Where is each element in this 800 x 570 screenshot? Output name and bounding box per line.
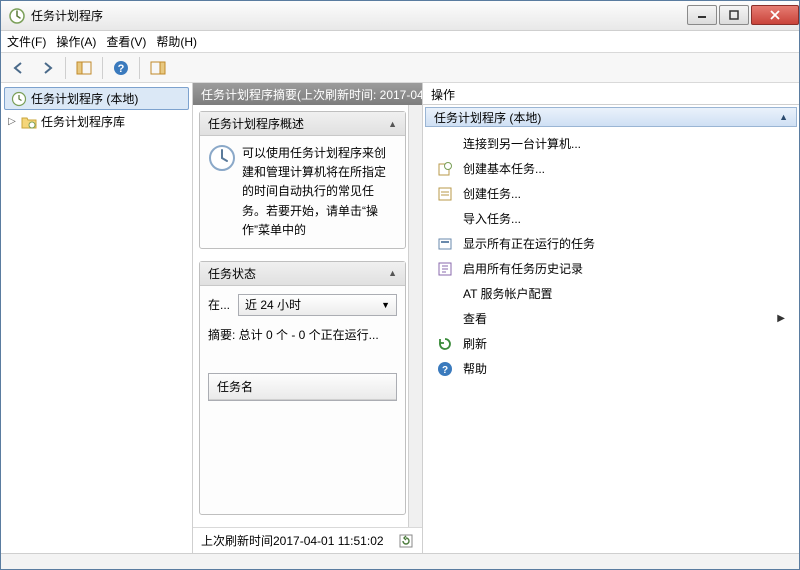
status-group: 任务状态 ▲ 在... 近 24 小时 ▼ 摘要: 总计 0 xyxy=(199,261,406,515)
clock-large-icon xyxy=(208,144,236,172)
tree-root-label: 任务计划程序 (本地) xyxy=(31,90,138,107)
refresh-icon[interactable] xyxy=(398,533,414,549)
expand-icon[interactable]: ▷ xyxy=(7,117,17,127)
dropdown-icon: ▼ xyxy=(381,300,390,310)
action-label: 查看 xyxy=(463,310,487,327)
collapse-icon: ▲ xyxy=(388,119,397,129)
overview-header[interactable]: 任务计划程序概述 ▲ xyxy=(200,112,405,136)
clock-icon xyxy=(11,91,27,107)
task-basic-icon xyxy=(437,161,453,177)
action-import-task[interactable]: 导入任务... xyxy=(427,206,795,231)
action-view[interactable]: 查看 ▶ xyxy=(427,306,795,331)
action-create-basic-task[interactable]: 创建基本任务... xyxy=(427,156,795,181)
action-label: 帮助 xyxy=(463,360,487,377)
tree-pane: 任务计划程序 (本地) ▷ 任务计划程序库 xyxy=(1,83,193,553)
action-create-task[interactable]: 创建任务... xyxy=(427,181,795,206)
menu-action[interactable]: 操作(A) xyxy=(56,33,96,50)
show-hide-console-tree-button[interactable] xyxy=(72,56,96,80)
toolbar: ? xyxy=(1,53,799,83)
overview-text: 可以使用任务计划程序来创建和管理计算机将在所指定的时间自动执行的常见任务。若要开… xyxy=(242,144,397,240)
action-label: 连接到另一台计算机... xyxy=(463,135,581,152)
window-controls xyxy=(685,5,799,27)
status-header[interactable]: 任务状态 ▲ xyxy=(200,262,405,286)
submenu-arrow-icon: ▶ xyxy=(777,313,785,324)
status-title: 任务状态 xyxy=(208,265,256,282)
folder-icon xyxy=(21,115,37,129)
actions-pane: 操作 任务计划程序 (本地) ▲ 连接到另一台计算机... 创建基本任务... … xyxy=(423,83,799,553)
status-range-select[interactable]: 近 24 小时 ▼ xyxy=(238,294,397,316)
running-tasks-icon xyxy=(437,236,453,252)
show-hide-action-pane-button[interactable] xyxy=(146,56,170,80)
blank-icon xyxy=(437,311,453,327)
action-label: AT 服务帐户配置 xyxy=(463,285,553,302)
refresh-icon xyxy=(437,336,453,352)
vertical-scrollbar[interactable] xyxy=(408,105,422,527)
blank-icon xyxy=(437,286,453,302)
svg-text:?: ? xyxy=(442,365,448,376)
action-label: 启用所有任务历史记录 xyxy=(463,260,583,277)
blank-icon xyxy=(437,136,453,152)
back-button[interactable] xyxy=(7,56,31,80)
tree-child-node[interactable]: ▷ 任务计划程序库 xyxy=(1,111,192,132)
action-refresh[interactable]: 刷新 xyxy=(427,331,795,356)
task-icon xyxy=(437,186,453,202)
actions-list: 连接到另一台计算机... 创建基本任务... 创建任务... 导入任务... 显 xyxy=(423,129,799,383)
task-list-column-header[interactable]: 任务名 xyxy=(209,374,396,400)
app-window: 任务计划程序 文件(F) 操作(A) 查看(V) 帮助(H) ? xyxy=(0,0,800,570)
action-label: 显示所有正在运行的任务 xyxy=(463,235,595,252)
menu-file[interactable]: 文件(F) xyxy=(7,33,46,50)
status-range-value: 近 24 小时 xyxy=(245,296,301,313)
action-show-running[interactable]: 显示所有正在运行的任务 xyxy=(427,231,795,256)
task-list: 任务名 xyxy=(208,373,397,401)
menu-view[interactable]: 查看(V) xyxy=(106,33,146,50)
close-button[interactable] xyxy=(751,5,799,25)
action-at-config[interactable]: AT 服务帐户配置 xyxy=(427,281,795,306)
status-summary: 摘要: 总计 0 个 - 0 个正在运行... xyxy=(208,326,397,343)
tree-root-node[interactable]: 任务计划程序 (本地) xyxy=(4,87,189,110)
action-label: 刷新 xyxy=(463,335,487,352)
action-label: 导入任务... xyxy=(463,210,521,227)
summary-header-text: 任务计划程序摘要(上次刷新时间: 2017-04-0 xyxy=(201,86,422,103)
summary-pane: 任务计划程序摘要(上次刷新时间: 2017-04-0 任务计划程序概述 ▲ 可以… xyxy=(193,83,423,553)
actions-section-header[interactable]: 任务计划程序 (本地) ▲ xyxy=(425,107,797,127)
help-button[interactable]: ? xyxy=(109,56,133,80)
app-icon xyxy=(9,8,25,24)
action-label: 创建基本任务... xyxy=(463,160,545,177)
titlebar: 任务计划程序 xyxy=(1,1,799,31)
help-icon: ? xyxy=(437,361,453,377)
content-area: 任务计划程序 (本地) ▷ 任务计划程序库 任务计划程序摘要(上次刷新时间: 2… xyxy=(1,83,799,553)
window-title: 任务计划程序 xyxy=(31,7,685,24)
last-refresh-text: 上次刷新时间2017-04-01 11:51:02 xyxy=(201,532,384,549)
toolbar-separator xyxy=(102,57,103,79)
toolbar-separator xyxy=(139,57,140,79)
statusbar xyxy=(1,553,799,569)
svg-text:?: ? xyxy=(118,63,125,75)
menu-help[interactable]: 帮助(H) xyxy=(156,33,197,50)
forward-button[interactable] xyxy=(35,56,59,80)
actions-section-label: 任务计划程序 (本地) xyxy=(434,109,541,126)
action-label: 创建任务... xyxy=(463,185,521,202)
minimize-button[interactable] xyxy=(687,5,717,25)
tree-child-label: 任务计划程序库 xyxy=(41,113,125,130)
action-help[interactable]: ? 帮助 xyxy=(427,356,795,381)
history-icon xyxy=(437,261,453,277)
maximize-button[interactable] xyxy=(719,5,749,25)
action-enable-history[interactable]: 启用所有任务历史记录 xyxy=(427,256,795,281)
collapse-icon: ▲ xyxy=(779,112,788,122)
menubar: 文件(F) 操作(A) 查看(V) 帮助(H) xyxy=(1,31,799,53)
status-range-label: 在... xyxy=(208,296,230,313)
summary-footer: 上次刷新时间2017-04-01 11:51:02 xyxy=(193,527,422,553)
blank-icon xyxy=(437,211,453,227)
overview-title: 任务计划程序概述 xyxy=(208,115,304,132)
summary-header: 任务计划程序摘要(上次刷新时间: 2017-04-0 xyxy=(193,83,422,105)
collapse-icon: ▲ xyxy=(388,268,397,278)
overview-group: 任务计划程序概述 ▲ 可以使用任务计划程序来创建和管理计算机将在所指定的时间自动… xyxy=(199,111,406,249)
actions-title: 操作 xyxy=(423,83,799,105)
toolbar-separator xyxy=(65,57,66,79)
action-connect[interactable]: 连接到另一台计算机... xyxy=(427,131,795,156)
